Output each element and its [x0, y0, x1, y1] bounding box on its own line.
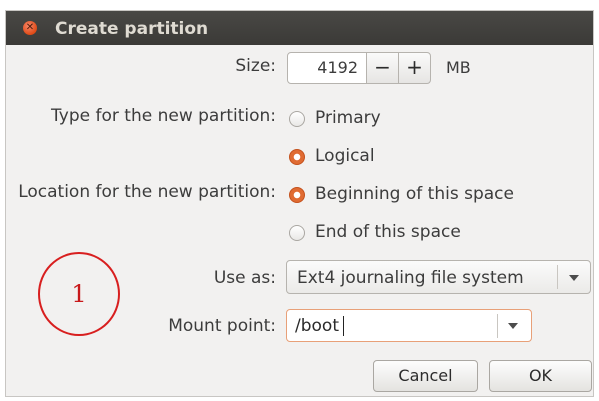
- mount-point-combo[interactable]: /boot: [286, 309, 532, 342]
- mount-point-input[interactable]: /boot: [295, 316, 339, 336]
- radio-primary-label[interactable]: Primary: [315, 108, 381, 128]
- radio-end[interactable]: [289, 225, 305, 241]
- radio-beginning-label[interactable]: Beginning of this space: [315, 184, 514, 204]
- dialog-title: Create partition: [55, 19, 209, 39]
- dropdown-separator: [557, 265, 558, 289]
- use-as-value: Ext4 journaling file system: [297, 268, 524, 288]
- partition-location-label: Location for the new partition:: [18, 182, 276, 202]
- title-bar: ✕ Create partition: [6, 11, 593, 45]
- radio-end-label[interactable]: End of this space: [315, 222, 461, 242]
- text-caret: [343, 316, 344, 336]
- size-unit-label: MB: [446, 58, 471, 77]
- size-label: Size:: [235, 56, 276, 76]
- radio-beginning[interactable]: [289, 187, 305, 203]
- ok-button[interactable]: OK: [489, 360, 592, 392]
- size-input[interactable]: 4192: [287, 52, 367, 84]
- close-icon[interactable]: ✕: [23, 21, 37, 35]
- mount-point-label: Mount point:: [168, 316, 276, 336]
- radio-logical-label[interactable]: Logical: [315, 146, 375, 166]
- size-increment-button[interactable]: +: [398, 52, 431, 84]
- mount-dropdown-separator: [497, 314, 498, 338]
- size-decrement-button[interactable]: −: [366, 52, 399, 84]
- chevron-down-icon[interactable]: [569, 275, 579, 281]
- cancel-button[interactable]: Cancel: [373, 360, 478, 392]
- annotation-number: 1: [71, 280, 87, 308]
- use-as-label: Use as:: [213, 268, 276, 288]
- chevron-down-icon[interactable]: [508, 323, 518, 329]
- annotation-circle: 1: [38, 252, 120, 336]
- radio-primary[interactable]: [289, 111, 305, 127]
- partition-type-label: Type for the new partition:: [51, 106, 276, 126]
- radio-logical[interactable]: [289, 149, 305, 165]
- use-as-dropdown[interactable]: Ext4 journaling file system: [286, 260, 591, 294]
